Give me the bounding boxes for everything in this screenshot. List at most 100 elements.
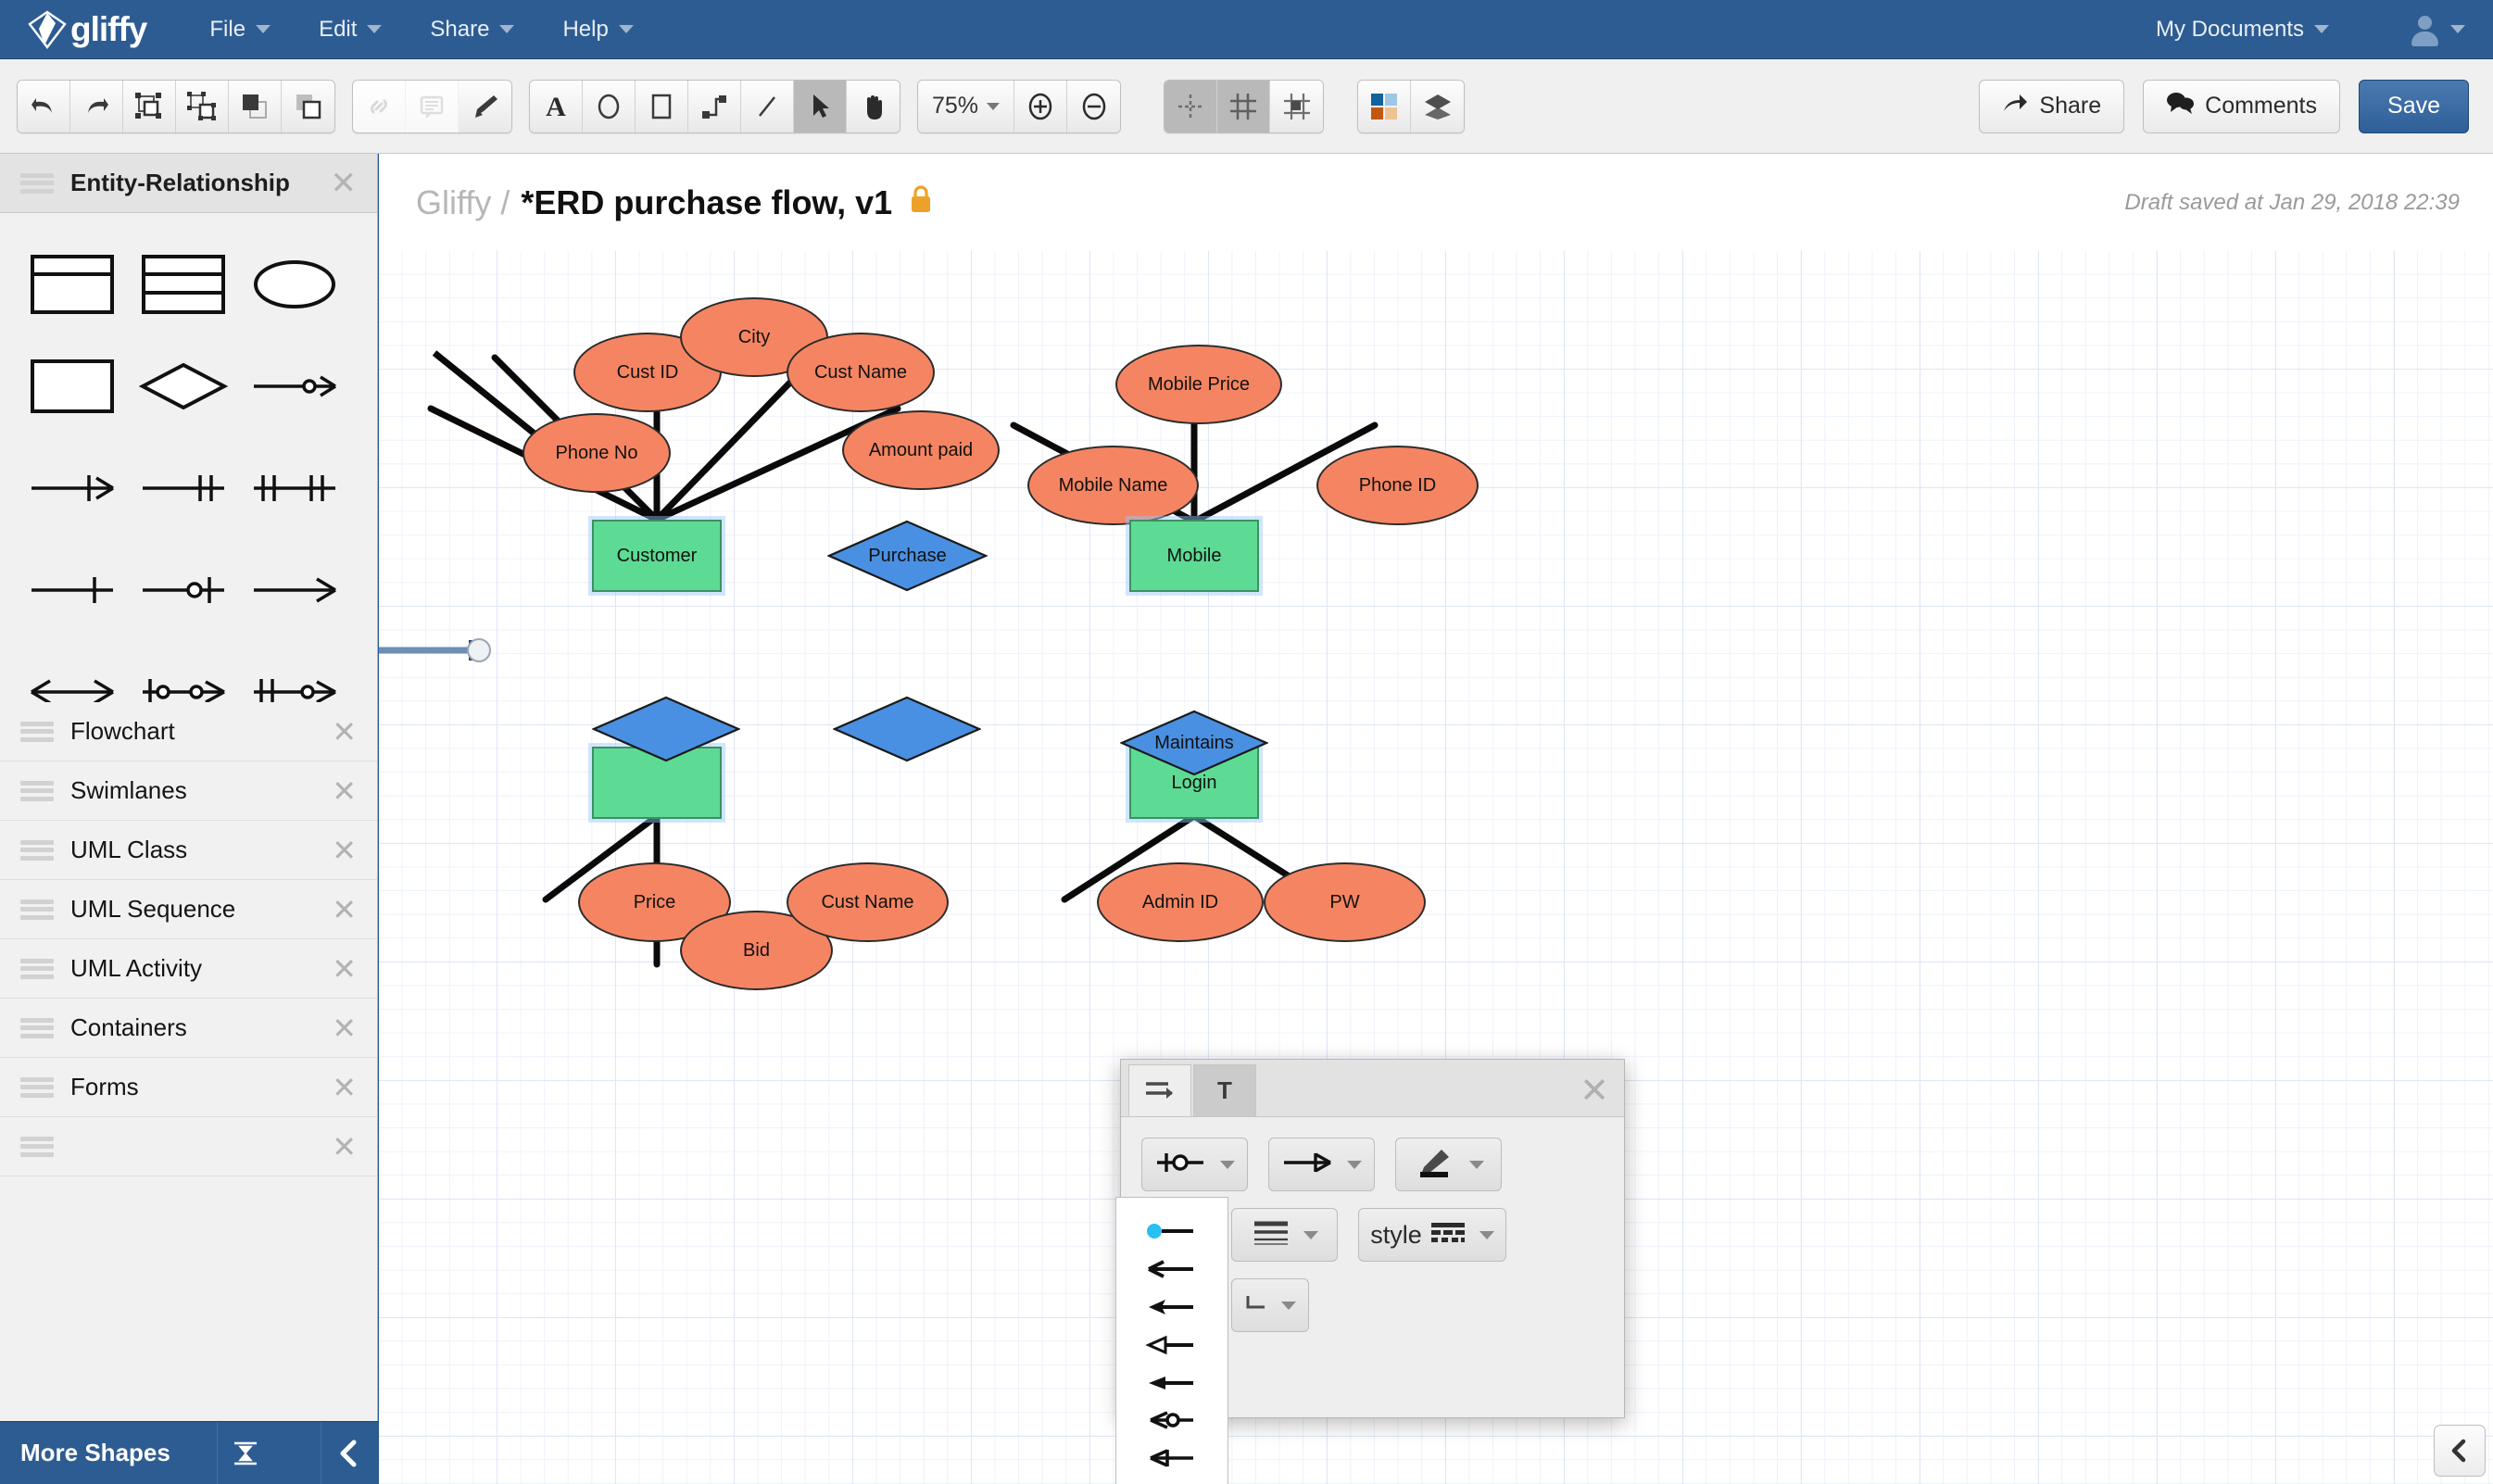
rectangle-tool-button[interactable] <box>636 80 688 132</box>
relationship-node[interactable] <box>833 696 981 762</box>
menu-help[interactable]: Help <box>562 17 634 43</box>
shape-er-line-one-one[interactable] <box>128 437 239 539</box>
arrow-option-filled-arrow[interactable] <box>1116 1364 1228 1402</box>
attribute-node[interactable]: Mobile Name <box>1027 446 1199 525</box>
attribute-node[interactable]: Admin ID <box>1097 862 1264 942</box>
sidebar-item-containers[interactable]: Containers ✕ <box>0 999 377 1058</box>
shape-er-line-zero-one[interactable] <box>128 539 239 641</box>
start-arrow-picker[interactable] <box>1141 1138 1248 1191</box>
tab-text-format[interactable]: T <box>1193 1064 1256 1116</box>
gliffy-logo[interactable]: gliffy <box>28 10 147 49</box>
connector-endpoint-end[interactable] <box>467 638 491 662</box>
attribute-node[interactable]: Amount paid <box>842 410 1000 490</box>
entity-node[interactable]: Mobile <box>1129 520 1259 592</box>
shape-er-line-crow[interactable] <box>239 539 350 641</box>
sidebar-item-partial[interactable]: ✕ <box>0 1117 377 1176</box>
redo-button[interactable] <box>70 80 123 132</box>
shape-er-entity-plain[interactable] <box>17 335 128 437</box>
undo-button[interactable] <box>18 80 70 132</box>
connector-tool-button[interactable] <box>688 80 741 132</box>
send-to-back-button[interactable] <box>282 80 334 132</box>
sidebar-item-uml-class[interactable]: UML Class ✕ <box>0 821 377 880</box>
arrow-option-hollow-triangle-arrow[interactable] <box>1116 1326 1228 1364</box>
end-arrow-picker[interactable] <box>1268 1138 1375 1191</box>
close-icon[interactable]: ✕ <box>332 1132 357 1162</box>
attribute-node[interactable]: Cust Name <box>787 333 935 412</box>
menu-edit[interactable]: Edit <box>319 17 383 43</box>
ungroup-button[interactable] <box>176 80 229 132</box>
pan-tool-button[interactable] <box>847 80 900 132</box>
bring-to-front-button[interactable] <box>229 80 282 132</box>
relationship-node[interactable] <box>592 696 740 762</box>
arrow-option-no-arrow-dot[interactable] <box>1116 1213 1228 1251</box>
zoom-out-button[interactable] <box>1067 80 1120 132</box>
sidebar-item-uml-activity[interactable]: UML Activity ✕ <box>0 939 377 999</box>
attribute-node[interactable]: PW <box>1264 862 1426 942</box>
close-icon[interactable]: ✕ <box>332 776 357 806</box>
theme-button[interactable] <box>1358 80 1411 132</box>
drag-handle-icon[interactable] <box>20 1017 54 1038</box>
arrow-option-crowfoot-many[interactable] <box>1116 1440 1228 1478</box>
link-button[interactable] <box>353 80 406 132</box>
snap-guides-button[interactable] <box>1165 80 1217 132</box>
attribute-node[interactable]: Mobile Price <box>1115 345 1282 424</box>
tab-line-format[interactable] <box>1128 1064 1191 1116</box>
show-grid-button[interactable] <box>1217 80 1270 132</box>
attribute-node[interactable]: Phone ID <box>1316 446 1479 525</box>
relationship-node[interactable]: Maintains <box>1120 710 1268 776</box>
line-dash-style-picker[interactable]: style <box>1358 1208 1506 1262</box>
my-documents-menu[interactable]: My Documents <box>2156 17 2329 43</box>
group-button[interactable] <box>123 80 176 132</box>
shape-er-line-zero-many[interactable] <box>239 335 350 437</box>
comments-button[interactable]: Comments <box>2143 79 2341 133</box>
line-tool-button[interactable] <box>741 80 794 132</box>
close-icon[interactable]: ✕ <box>332 1013 357 1043</box>
ellipse-tool-button[interactable] <box>583 80 636 132</box>
sidebar-item-forms[interactable]: Forms ✕ <box>0 1058 377 1117</box>
arrow-option-open-arrow[interactable] <box>1116 1251 1228 1289</box>
lock-icon[interactable] <box>909 183 933 222</box>
format-painter-button[interactable] <box>459 80 511 132</box>
collapse-sidebar-button[interactable] <box>320 1421 378 1484</box>
drag-handle-icon[interactable] <box>20 1076 54 1098</box>
shape-er-entity-3-row[interactable] <box>128 233 239 335</box>
drag-handle-icon[interactable] <box>20 721 54 742</box>
arrow-option-solid-arrow[interactable] <box>1116 1289 1228 1327</box>
arrow-option-double-bar-one-one[interactable] <box>1116 1478 1228 1484</box>
line-weight-picker[interactable] <box>1231 1208 1338 1262</box>
close-icon[interactable]: ✕ <box>332 717 357 747</box>
drag-handle-icon[interactable] <box>20 172 54 194</box>
menu-share[interactable]: Share <box>430 17 515 43</box>
line-format-dialog[interactable]: T ✕ style <box>1115 1059 1625 1484</box>
comment-button[interactable] <box>406 80 459 132</box>
zoom-in-button[interactable] <box>1014 80 1067 132</box>
canvas-area[interactable]: Gliffy / *ERD purchase flow, v1 Draft sa… <box>379 154 2493 1484</box>
text-tool-button[interactable]: A <box>530 80 583 132</box>
drag-handle-icon[interactable] <box>20 839 54 861</box>
relationship-node[interactable]: Purchase <box>827 520 988 592</box>
shape-er-entity-2-row[interactable] <box>17 233 128 335</box>
drag-handle-icon[interactable] <box>20 780 54 801</box>
close-icon[interactable]: ✕ <box>332 895 357 924</box>
menu-file[interactable]: File <box>209 17 271 43</box>
line-corner-picker[interactable] <box>1231 1278 1309 1332</box>
sidebar-item-swimlanes[interactable]: Swimlanes ✕ <box>0 761 377 821</box>
close-icon[interactable]: ✕ <box>331 168 358 199</box>
shape-er-line-one[interactable] <box>17 539 128 641</box>
share-button[interactable]: Share <box>1979 79 2125 133</box>
attribute-node[interactable]: Cust Name <box>787 862 949 942</box>
shape-er-line-crowfoot[interactable] <box>17 437 128 539</box>
account-menu[interactable] <box>2377 14 2465 46</box>
arrow-option-crowfoot-zero-many[interactable] <box>1116 1402 1228 1440</box>
drag-handle-icon[interactable] <box>20 958 54 979</box>
drag-handle-icon[interactable] <box>20 899 54 920</box>
close-icon[interactable]: ✕ <box>332 1073 357 1102</box>
entity-node[interactable]: Customer <box>592 520 722 592</box>
shape-er-relationship-diamond[interactable] <box>128 335 239 437</box>
sidebar-item-uml-sequence[interactable]: UML Sequence ✕ <box>0 880 377 939</box>
close-icon[interactable]: ✕ <box>332 954 357 984</box>
diagram-grid[interactable]: Cust ID City Cust Name Phone No Amount p… <box>379 251 2493 1484</box>
scroll-collapse-button[interactable] <box>2434 1425 2486 1477</box>
select-tool-button[interactable] <box>794 80 847 132</box>
close-icon[interactable]: ✕ <box>1580 1074 1609 1109</box>
